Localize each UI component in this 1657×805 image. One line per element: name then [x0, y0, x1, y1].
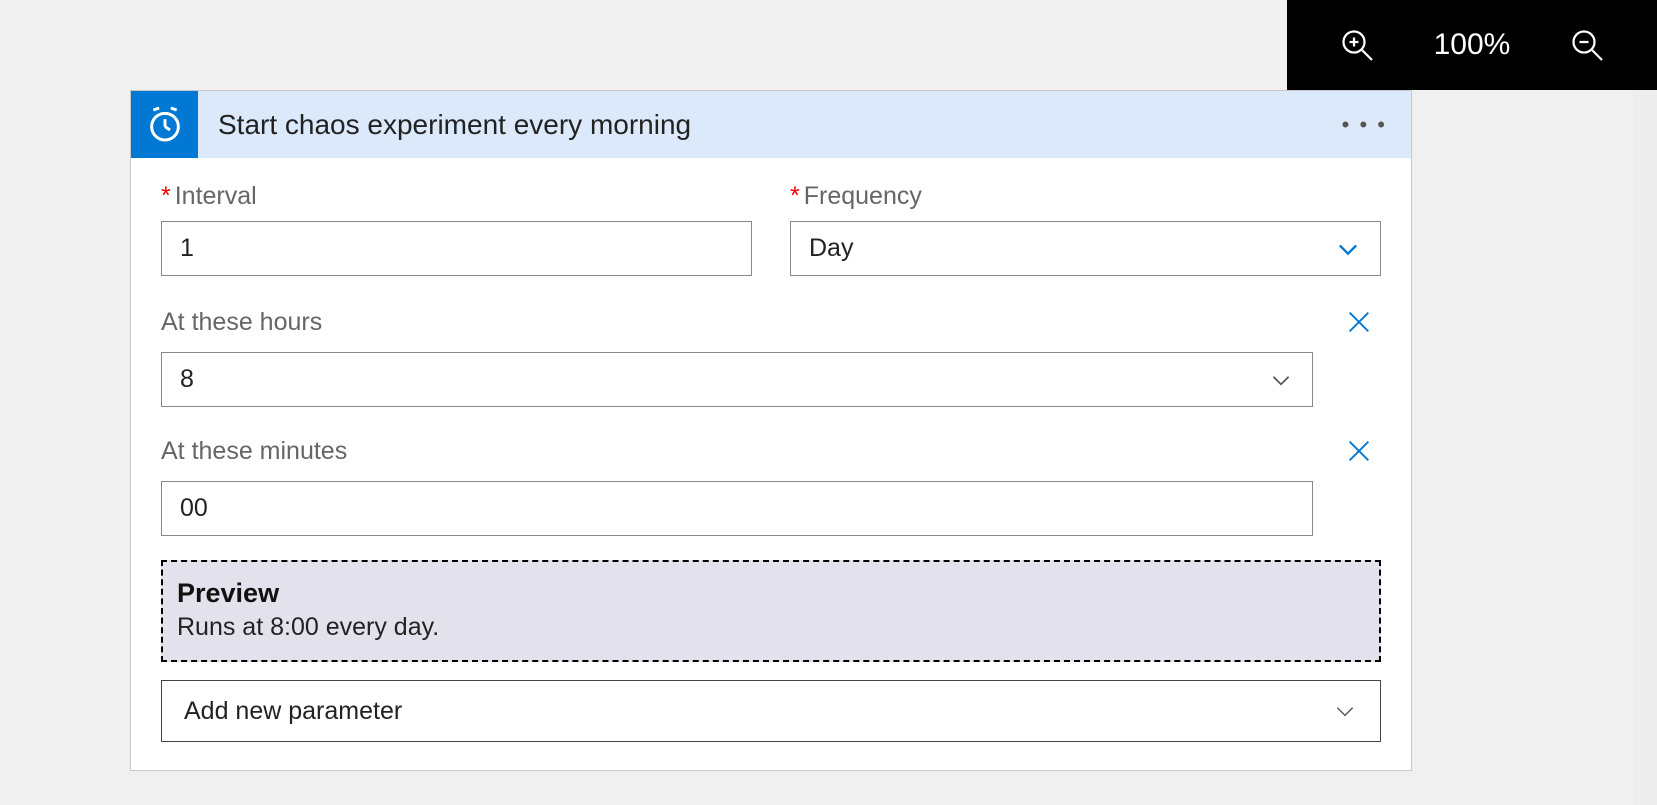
hours-label: At these hours — [161, 308, 322, 337]
chevron-down-icon — [1332, 698, 1358, 724]
interval-field: *Interval — [161, 182, 752, 276]
trigger-card: Start chaos experiment every morning • •… — [130, 90, 1412, 771]
add-parameter-select[interactable]: Add new parameter — [161, 680, 1381, 742]
zoom-in-button[interactable] — [1333, 21, 1381, 69]
close-icon — [1345, 437, 1373, 465]
add-parameter-label: Add new parameter — [184, 697, 402, 726]
interval-input[interactable] — [161, 221, 752, 276]
minutes-field: At these minutes — [161, 431, 1381, 536]
card-title: Start chaos experiment every morning — [218, 109, 691, 141]
scrollbar[interactable] — [1633, 90, 1657, 805]
frequency-select[interactable]: Day — [790, 221, 1381, 276]
close-icon — [1345, 308, 1373, 336]
card-menu-button[interactable]: • • • — [1342, 112, 1387, 138]
interval-label: *Interval — [161, 182, 752, 211]
interval-frequency-row: *Interval *Frequency Day — [161, 182, 1381, 276]
hours-field: At these hours 8 — [161, 302, 1381, 407]
frequency-value: Day — [809, 234, 853, 263]
more-icon: • • • — [1342, 112, 1387, 137]
preview-title: Preview — [177, 578, 1365, 609]
preview-text: Runs at 8:00 every day. — [177, 613, 1365, 642]
zoom-in-icon — [1339, 27, 1375, 63]
zoom-out-icon — [1569, 27, 1605, 63]
preview-box: Preview Runs at 8:00 every day. — [161, 560, 1381, 662]
minutes-label: At these minutes — [161, 437, 347, 466]
hours-value: 8 — [180, 365, 194, 394]
minutes-input[interactable] — [161, 481, 1313, 536]
chevron-down-icon — [1268, 367, 1294, 393]
chevron-down-icon — [1334, 235, 1362, 263]
clock-icon — [145, 105, 185, 145]
frequency-field: *Frequency Day — [790, 182, 1381, 276]
card-header[interactable]: Start chaos experiment every morning • •… — [131, 91, 1411, 158]
remove-minutes-button[interactable] — [1339, 431, 1379, 471]
zoom-out-button[interactable] — [1563, 21, 1611, 69]
zoom-level-label: 100% — [1434, 28, 1511, 62]
frequency-label: *Frequency — [790, 182, 1381, 211]
hours-select[interactable]: 8 — [161, 352, 1313, 407]
zoom-toolbar: 100% — [1287, 0, 1657, 90]
card-body: *Interval *Frequency Day At these hours — [131, 158, 1411, 770]
remove-hours-button[interactable] — [1339, 302, 1379, 342]
card-header-icon-box — [131, 91, 198, 158]
